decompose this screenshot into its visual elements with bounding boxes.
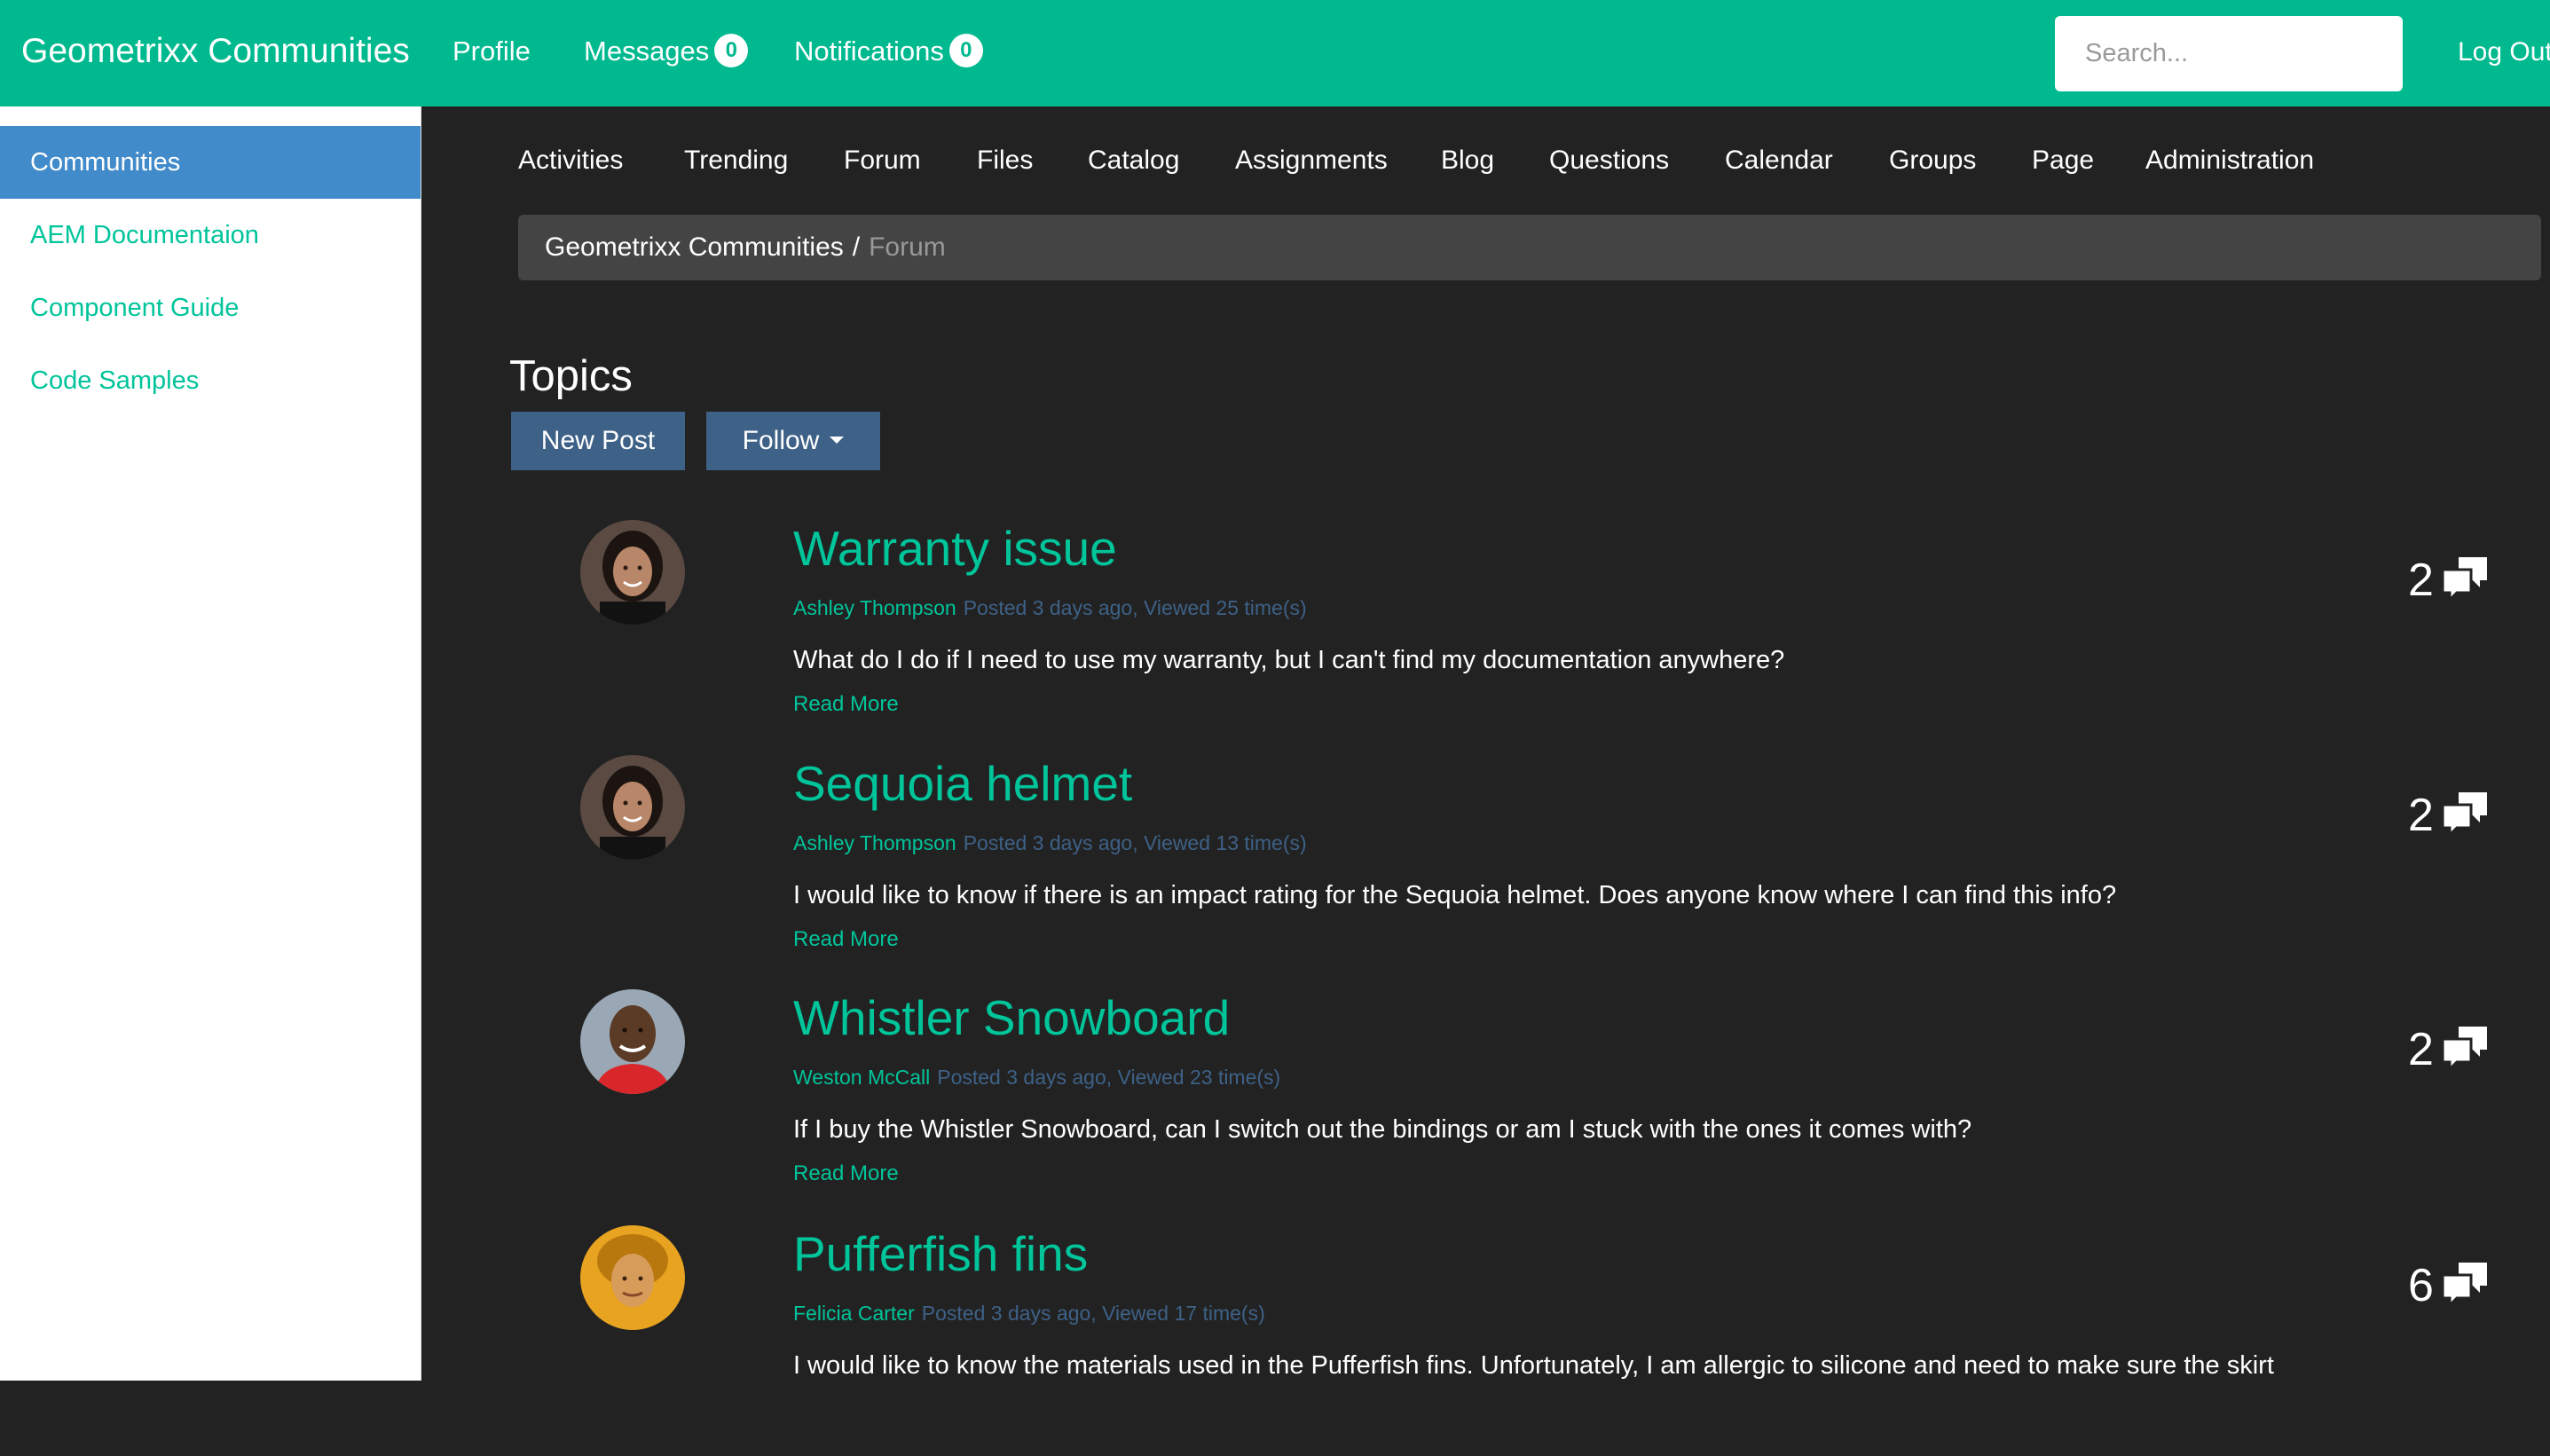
logout-link[interactable]: Log Out <box>2458 37 2550 67</box>
topic-title-link[interactable]: Pufferfish fins <box>793 1225 1088 1282</box>
reply-count[interactable]: 2 <box>2408 1023 2491 1076</box>
topic-title-link[interactable]: Whistler Snowboard <box>793 989 1230 1046</box>
search-input[interactable] <box>2055 16 2403 91</box>
tab-questions[interactable]: Questions <box>1549 146 1669 176</box>
topic-meta: Felicia Carter Posted 3 days ago, Viewed … <box>793 1302 1265 1326</box>
author-link[interactable]: Ashley Thompson <box>793 831 956 854</box>
breadcrumb-current: Forum <box>869 232 946 262</box>
topic-item: Sequoia helmet Ashley Thompson Posted 3 d… <box>509 755 2541 986</box>
comments-icon <box>2441 1263 2488 1309</box>
reply-count-number: 2 <box>2408 790 2434 841</box>
profile-link[interactable]: Profile <box>453 35 531 67</box>
topic-item: Pufferfish fins Felicia Carter Posted 3 d… <box>509 1225 2541 1456</box>
tab-page[interactable]: Page <box>2032 146 2094 176</box>
tab-calendar[interactable]: Calendar <box>1725 146 1833 176</box>
comments-icon <box>2441 792 2488 838</box>
avatar[interactable] <box>580 1225 685 1330</box>
messages-link[interactable]: Messages 0 <box>584 33 749 70</box>
topic-stats: Posted 3 days ago, Viewed 23 time(s) <box>937 1066 1281 1089</box>
topic-meta: Ashley Thompson Posted 3 days ago, Viewed… <box>793 596 1307 620</box>
caret-down-icon <box>830 437 845 445</box>
notifications-link[interactable]: Notifications 0 <box>794 33 983 70</box>
read-more-link[interactable]: Read More <box>793 692 899 717</box>
topic-title-link[interactable]: Warranty issue <box>793 520 1117 577</box>
reply-count[interactable]: 2 <box>2408 554 2491 607</box>
breadcrumb: Geometrixx Communities / Forum <box>518 215 2541 280</box>
read-more-link[interactable]: Read More <box>793 927 899 952</box>
notifications-label: Notifications <box>794 35 944 67</box>
tab-files[interactable]: Files <box>977 146 1033 176</box>
tab-groups[interactable]: Groups <box>1889 146 1976 176</box>
author-link[interactable]: Felicia Carter <box>793 1302 915 1325</box>
tab-assignments[interactable]: Assignments <box>1235 146 1388 176</box>
follow-label: Follow <box>742 426 820 455</box>
topic-snippet: If I buy the Whistler Snowboard, can I s… <box>793 1115 1972 1144</box>
sidebar: Communities AEM Documentaion Component G… <box>0 106 421 1381</box>
messages-label: Messages <box>584 35 710 67</box>
man-avatar-icon <box>580 989 685 1094</box>
topic-item: Warranty issue Ashley Thompson Posted 3 d… <box>509 520 2541 751</box>
reply-count-number: 6 <box>2408 1260 2434 1311</box>
topic-stats: Posted 3 days ago, Viewed 17 time(s) <box>921 1302 1265 1325</box>
woman-avatar-icon <box>580 520 685 625</box>
topic-title-link[interactable]: Sequoia helmet <box>793 755 1132 812</box>
avatar[interactable] <box>580 989 685 1094</box>
woman-avatar-icon <box>580 755 685 860</box>
sidebar-item-aem-documentation[interactable]: AEM Documentaion <box>0 199 421 272</box>
topic-stats: Posted 3 days ago, Viewed 13 time(s) <box>963 831 1307 854</box>
follow-button[interactable]: Follow <box>706 412 880 470</box>
topic-stats: Posted 3 days ago, Viewed 25 time(s) <box>963 596 1307 619</box>
woman-avatar-yellow-icon <box>580 1225 685 1330</box>
breadcrumb-communities-link[interactable]: Geometrixx Communities <box>545 232 844 262</box>
tab-catalog[interactable]: Catalog <box>1088 146 1179 176</box>
sidebar-item-component-guide[interactable]: Component Guide <box>0 272 421 344</box>
topic-snippet: I would like to know the materials used … <box>793 1351 2274 1380</box>
reply-count-number: 2 <box>2408 1024 2434 1075</box>
author-link[interactable]: Weston McCall <box>793 1066 930 1089</box>
tab-activities[interactable]: Activities <box>518 146 623 176</box>
topic-meta: Ashley Thompson Posted 3 days ago, Viewed… <box>793 831 1307 855</box>
author-link[interactable]: Ashley Thompson <box>793 596 956 619</box>
messages-count-badge: 0 <box>714 33 749 67</box>
avatar[interactable] <box>580 755 685 860</box>
breadcrumb-separator: / <box>852 232 861 262</box>
reply-count-number: 2 <box>2408 555 2434 606</box>
topic-item: Whistler Snowboard Weston McCall Posted 3… <box>509 989 2541 1220</box>
reply-count[interactable]: 2 <box>2408 789 2491 842</box>
topics-heading: Topics <box>509 352 633 400</box>
sidebar-item-code-samples[interactable]: Code Samples <box>0 344 421 417</box>
comments-icon <box>2441 557 2488 603</box>
top-navbar: Geometrixx Communities Profile Messages 0… <box>0 0 2550 106</box>
topic-meta: Weston McCall Posted 3 days ago, Viewed 2… <box>793 1066 1280 1090</box>
new-post-button[interactable]: New Post <box>511 412 685 470</box>
tab-administration[interactable]: Administration <box>2145 146 2314 176</box>
comments-icon <box>2441 1027 2488 1073</box>
tab-trending[interactable]: Trending <box>684 146 788 176</box>
avatar[interactable] <box>580 520 685 625</box>
read-more-link[interactable]: Read More <box>793 1161 899 1186</box>
reply-count[interactable]: 6 <box>2408 1259 2491 1312</box>
tab-forum[interactable]: Forum <box>844 146 921 176</box>
topic-snippet: I would like to know if there is an impa… <box>793 881 2117 909</box>
tab-blog[interactable]: Blog <box>1441 146 1494 176</box>
sidebar-item-communities[interactable]: Communities <box>0 126 421 199</box>
brand-title[interactable]: Geometrixx Communities <box>21 32 410 71</box>
topic-snippet: What do I do if I need to use my warrant… <box>793 646 1785 674</box>
notifications-count-badge: 0 <box>948 33 983 67</box>
